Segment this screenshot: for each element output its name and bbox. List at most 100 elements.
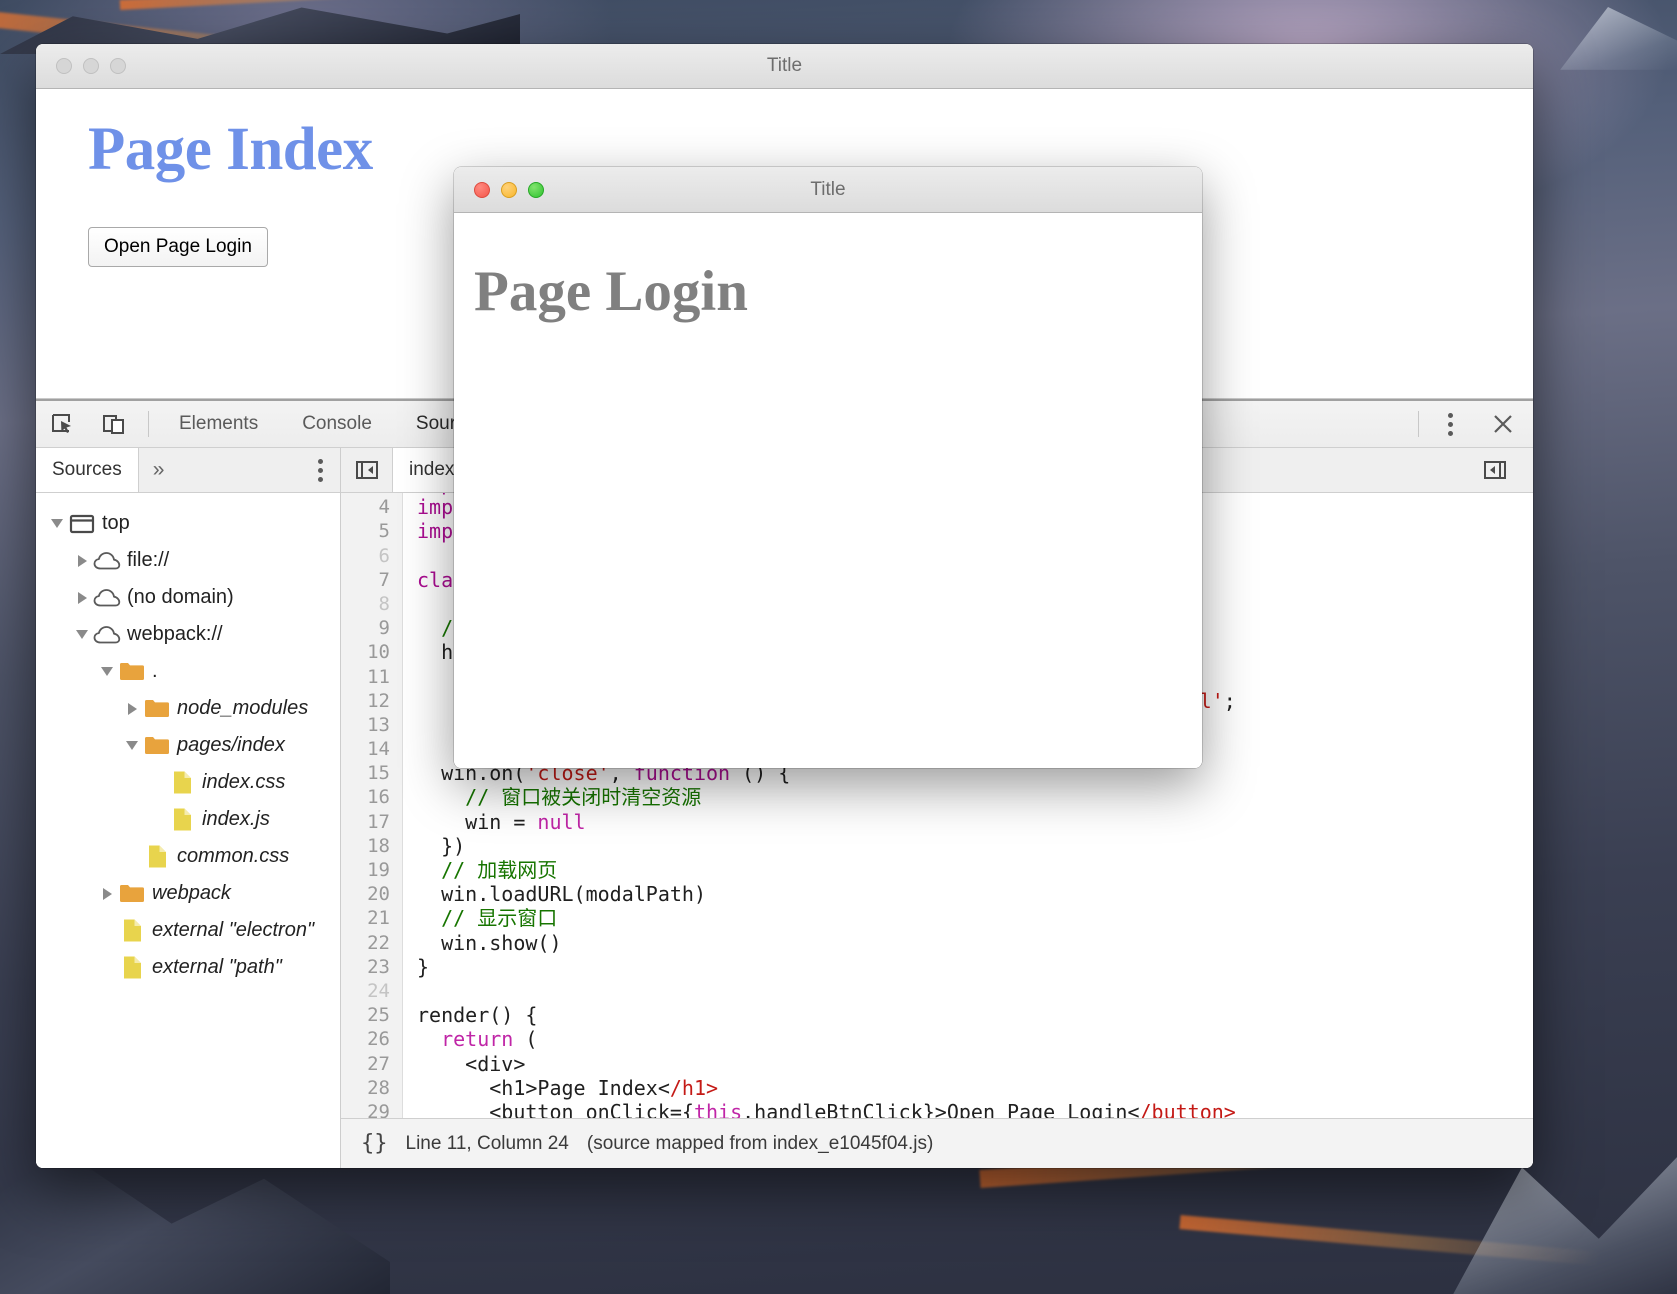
open-page-login-button[interactable]: Open Page Login [88, 227, 268, 267]
chevron-right-icon[interactable] [71, 591, 93, 604]
login-zoom-button[interactable] [528, 181, 544, 198]
line-number[interactable]: 26 [341, 1027, 403, 1052]
line-number[interactable]: 24 [341, 978, 403, 1004]
tree-node[interactable]: common.css [36, 838, 340, 875]
tree-node[interactable]: external "path" [36, 949, 340, 986]
tab-elements[interactable]: Elements [157, 401, 280, 447]
line-number[interactable]: 11 [341, 664, 403, 689]
tree-node[interactable]: index.css [36, 764, 340, 801]
login-minimize-button[interactable] [501, 181, 517, 198]
tree-node[interactable]: external "electron" [36, 912, 340, 949]
line-number[interactable]: 14 [341, 737, 403, 762]
code-line-text[interactable]: // 显示窗口 [403, 906, 557, 930]
code-line: 29 <button onClick={this.handleBtnClick}… [341, 1099, 1533, 1118]
chevron-right-icon[interactable] [121, 702, 143, 715]
code-line-text[interactable]: <button onClick={this.handleBtnClick}>Op… [403, 1100, 1236, 1118]
line-number[interactable]: 22 [341, 930, 403, 955]
code-line-text[interactable]: } [403, 955, 429, 979]
chevron-down-icon[interactable] [121, 741, 143, 750]
tree-node[interactable]: webpack [36, 875, 340, 912]
line-number[interactable]: 15 [341, 761, 403, 786]
chevron-down-icon[interactable] [46, 519, 68, 528]
main-window-titlebar[interactable]: Title [36, 44, 1533, 89]
devtools-more-options-icon[interactable] [1427, 401, 1473, 447]
line-number[interactable]: 4 [341, 495, 403, 520]
line-number[interactable]: 7 [341, 567, 403, 592]
tree-node[interactable]: top [36, 505, 340, 542]
line-number[interactable]: 18 [341, 833, 403, 858]
tree-node[interactable]: index.js [36, 801, 340, 838]
login-window-titlebar[interactable]: Title [454, 167, 1202, 213]
chevron-down-icon[interactable] [71, 630, 93, 639]
code-line-text[interactable] [403, 544, 417, 568]
traffic-lights[interactable] [56, 58, 126, 74]
device-toolbar-icon[interactable] [88, 401, 140, 447]
navigator-tab-sources[interactable]: Sources [36, 448, 139, 492]
line-number[interactable]: 13 [341, 712, 403, 738]
line-number[interactable]: 28 [341, 1075, 403, 1100]
code-line: 28 <h1>Page Index</h1> [341, 1075, 1533, 1100]
main-window-title: Title [766, 55, 803, 76]
inspect-element-icon[interactable] [36, 401, 88, 447]
code-line-text[interactable]: // 加载网页 [403, 858, 557, 882]
tree-node-label: webpack [152, 882, 231, 904]
source-map-info: (source mapped from index_e1045f04.js) [586, 1132, 934, 1154]
line-number[interactable]: 9 [341, 616, 403, 641]
login-traffic-lights[interactable] [474, 181, 544, 198]
code-line-text[interactable]: // 窗口被关闭时清空资源 [403, 785, 701, 809]
navigator-tabbar: Sources » [36, 448, 340, 493]
line-number[interactable]: 10 [341, 640, 403, 665]
line-number[interactable]: 21 [341, 906, 403, 931]
tree-node[interactable]: webpack:// [36, 616, 340, 653]
close-button[interactable] [56, 58, 72, 74]
line-number[interactable]: 8 [341, 591, 403, 617]
close-devtools-icon[interactable] [1473, 401, 1533, 447]
tree-node[interactable]: node_modules [36, 690, 340, 727]
code-line-text[interactable] [403, 713, 417, 737]
line-number[interactable]: 27 [341, 1051, 403, 1076]
code-line-text[interactable] [403, 665, 417, 689]
line-number[interactable]: 29 [341, 1099, 403, 1118]
tree-node[interactable]: file:// [36, 542, 340, 579]
source-file-tree: top file:// (no domain) webpack://. node_mod… [36, 493, 340, 986]
line-number[interactable]: 5 [341, 519, 403, 544]
line-number[interactable]: 6 [341, 543, 403, 568]
tab-console[interactable]: Console [280, 401, 394, 447]
show-navigator-icon[interactable] [341, 448, 393, 492]
line-number[interactable]: 25 [341, 1003, 403, 1028]
tree-node[interactable]: pages/index [36, 727, 340, 764]
line-number[interactable]: 20 [341, 882, 403, 907]
tree-node[interactable]: (no domain) [36, 579, 340, 616]
login-page-title: Page Login [474, 260, 748, 323]
code-line-text[interactable]: render() { [403, 1003, 537, 1027]
code-line-text[interactable]: return ( [403, 1027, 537, 1051]
login-close-button[interactable] [474, 181, 490, 198]
minimize-button[interactable] [83, 58, 99, 74]
code-line-text[interactable]: <div> [403, 1052, 525, 1076]
line-number[interactable]: 19 [341, 858, 403, 883]
code-line-text[interactable] [403, 979, 417, 1003]
line-number[interactable]: 16 [341, 785, 403, 810]
tree-node[interactable]: . [36, 653, 340, 690]
code-line-text[interactable]: <h1>Page Index</h1> [403, 1076, 718, 1100]
show-debugger-icon[interactable] [1469, 460, 1521, 480]
pretty-print-icon[interactable]: {} [361, 1131, 388, 1156]
zoom-button[interactable] [110, 58, 126, 74]
chevron-right-icon[interactable] [96, 887, 118, 900]
tree-node-label: pages/index [177, 734, 285, 756]
code-line-text[interactable] [403, 592, 417, 616]
navigator-more-tabs-icon[interactable]: » [139, 448, 179, 492]
line-number[interactable]: 23 [341, 954, 403, 979]
line-number[interactable]: 12 [341, 688, 403, 713]
code-line-text[interactable]: win.show() [403, 931, 561, 955]
chevron-down-icon[interactable] [96, 667, 118, 676]
line-number[interactable]: 17 [341, 809, 403, 834]
folder-icon [143, 735, 171, 756]
code-line-text[interactable]: }) [403, 834, 465, 858]
navigator-more-options-icon[interactable] [300, 448, 340, 492]
code-line-text[interactable]: win = null [403, 810, 585, 834]
code-line: 26 return ( [341, 1027, 1533, 1052]
code-line-text[interactable]: win.loadURL(modalPath) [403, 882, 706, 906]
file-icon [168, 770, 196, 795]
chevron-right-icon[interactable] [71, 554, 93, 567]
